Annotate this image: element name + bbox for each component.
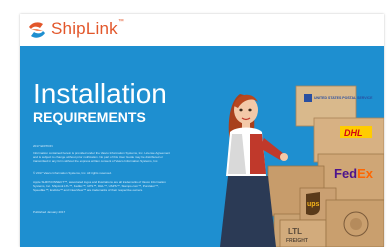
brand-name: ShipLink™ xyxy=(51,19,125,38)
eagle-seal-icon xyxy=(350,218,362,230)
copyright-text: © 2017 Vasco Information Systems, Inc. A… xyxy=(33,171,112,175)
usps-eagle-icon xyxy=(304,94,312,102)
published-date: Published January 2017 xyxy=(33,210,66,214)
edition-text: 2017 EDITION xyxy=(33,144,53,148)
page-title: Installation xyxy=(33,78,167,109)
fedex-label: FedEx xyxy=(334,166,374,181)
cover-page: ShipLink™ Installation REQUIREMENTS 2017… xyxy=(20,14,384,247)
shiplink-logo-icon xyxy=(29,22,45,38)
header-bar: ShipLink™ xyxy=(20,14,384,46)
usps-label: UNITED STATES POSTAL SERVICE xyxy=(314,96,373,100)
dhl-label: DHL xyxy=(344,128,363,138)
ltl-label: LTL xyxy=(288,227,302,236)
illustration: UNITED STATES POSTAL SERVICE DHL FedEx u… xyxy=(220,85,384,247)
legal-notice: Information contained herein is provided… xyxy=(33,151,171,163)
page-subtitle: REQUIREMENTS xyxy=(33,109,146,125)
freight-label: FREIGHT xyxy=(286,238,308,244)
trademark-notice: Apple SHIP/CONNECT™, associated logos an… xyxy=(33,180,166,192)
ups-label: ups xyxy=(307,201,320,208)
ltl-box: LTL FREIGHT xyxy=(279,219,327,247)
